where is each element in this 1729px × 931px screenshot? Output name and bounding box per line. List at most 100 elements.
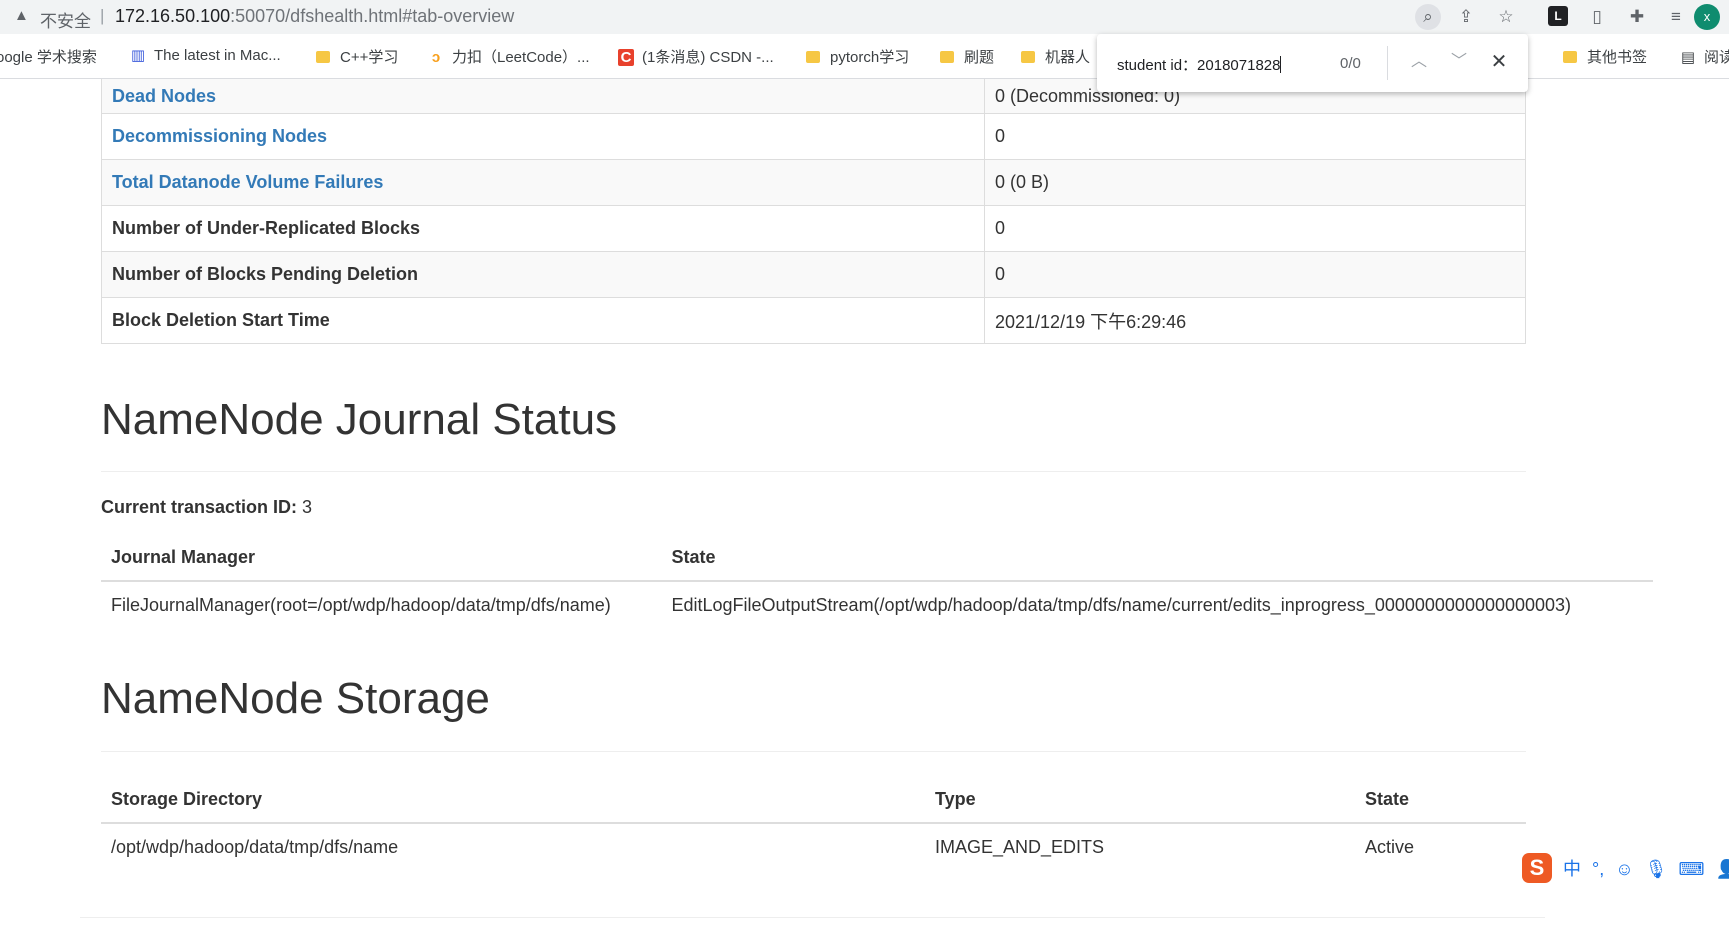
page-content: Dead Nodes 0 (Decommissioned: 0) Decommi… bbox=[0, 79, 1729, 931]
txid-label: Current transaction ID: bbox=[101, 497, 298, 517]
bookmark-label: 其他书签 bbox=[1587, 49, 1648, 66]
table-row: Number of Under-Replicated Blocks 0 bbox=[101, 205, 1526, 252]
table-row: Total Datanode Volume Failures 0 (0 B) bbox=[101, 159, 1526, 206]
sogou-logo-icon[interactable]: S bbox=[1522, 853, 1552, 883]
storage-type-cell: IMAGE_AND_EDITS bbox=[935, 836, 1105, 857]
csdn-icon: C bbox=[618, 49, 634, 66]
row-value: 0 (0 B) bbox=[984, 159, 1526, 206]
bookmark-reading-list[interactable]: ▤ 阅读 bbox=[1680, 46, 1729, 67]
row-value: 0 bbox=[984, 113, 1526, 160]
bookmark-mac[interactable]: ▥ The latest in Mac... bbox=[130, 46, 281, 64]
bookmark-other[interactable]: 其他书签 bbox=[1563, 46, 1647, 67]
folder-icon bbox=[1021, 51, 1035, 63]
find-query: student id：2018071828 bbox=[1117, 57, 1281, 74]
ime-punct-toggle[interactable]: °, bbox=[1592, 859, 1604, 880]
txid-value: 3 bbox=[302, 497, 313, 517]
decommissioning-nodes-link[interactable]: Decommissioning Nodes bbox=[112, 126, 327, 146]
table-row: /opt/wdp/hadoop/data/tmp/dfs/name IMAGE_… bbox=[101, 823, 1526, 870]
column-header: Journal Manager bbox=[101, 534, 662, 582]
mac-icon: ▥ bbox=[130, 47, 146, 64]
profile-avatar[interactable]: x bbox=[1694, 4, 1720, 30]
folder-icon bbox=[940, 51, 954, 63]
share-icon[interactable]: ⇪ bbox=[1453, 4, 1479, 30]
chevron-up-icon[interactable]: ︿ bbox=[1407, 50, 1431, 74]
warning-icon[interactable]: ▲ bbox=[14, 7, 29, 24]
security-label[interactable]: 不安全 bbox=[40, 7, 91, 32]
bookmark-label: (1条消息) CSDN -... bbox=[642, 49, 774, 66]
url-field[interactable]: 172.16.50.100:50070/dfshealth.html#tab-o… bbox=[115, 6, 514, 27]
url-host: 172.16.50.100 bbox=[115, 6, 231, 26]
bookmark-label: 阅读 bbox=[1704, 49, 1729, 66]
bookmark-label: pytorch学习 bbox=[830, 49, 910, 66]
journal-heading: NameNode Journal Status bbox=[101, 395, 618, 444]
bookmark-label: 刷题 bbox=[964, 49, 995, 66]
table-row: Block Deletion Start Time 2021/12/19 下午6… bbox=[101, 297, 1526, 344]
document-icon[interactable]: ▯ bbox=[1584, 4, 1610, 30]
storage-heading: NameNode Storage bbox=[101, 674, 490, 723]
divider bbox=[101, 751, 1526, 752]
extension-icon[interactable]: L bbox=[1548, 6, 1568, 26]
zoom-icon[interactable]: ⌕ bbox=[1415, 4, 1441, 30]
find-bar: student id：2018071828 0/0 ︿ ﹀ ✕ bbox=[1097, 34, 1528, 92]
folder-icon bbox=[316, 51, 330, 63]
bookmark-label: oogle 学术搜索 bbox=[0, 49, 97, 66]
column-header: Storage Directory bbox=[101, 776, 925, 824]
row-key: Block Deletion Start Time bbox=[101, 297, 985, 344]
find-match-count: 0/0 bbox=[1340, 55, 1361, 72]
row-value: 2021/12/19 下午6:29:46 bbox=[984, 297, 1526, 344]
divider bbox=[101, 471, 1526, 472]
column-header: State bbox=[661, 534, 1653, 582]
user-icon[interactable]: 👤 bbox=[1716, 859, 1729, 880]
volume-failures-link[interactable]: Total Datanode Volume Failures bbox=[112, 172, 383, 192]
text-caret bbox=[1280, 56, 1282, 73]
star-icon[interactable]: ☆ bbox=[1493, 4, 1519, 30]
separator: | bbox=[100, 6, 105, 25]
keyboard-icon[interactable]: ⌨ bbox=[1679, 859, 1705, 880]
table-row: FileJournalManager(root=/opt/wdp/hadoop/… bbox=[101, 581, 1653, 628]
bookmark-shuati[interactable]: 刷题 bbox=[940, 46, 994, 67]
bookmark-pytorch[interactable]: pytorch学习 bbox=[806, 46, 909, 67]
row-key: Decommissioning Nodes bbox=[101, 113, 985, 160]
transaction-id: Current transaction ID: 3 bbox=[101, 497, 312, 518]
journal-manager-cell: FileJournalManager(root=/opt/wdp/hadoop/… bbox=[111, 594, 611, 615]
bookmark-csdn[interactable]: C (1条消息) CSDN -... bbox=[618, 46, 774, 67]
chevron-down-icon[interactable]: ﹀ bbox=[1447, 50, 1471, 74]
row-value: 0 bbox=[984, 205, 1526, 252]
row-key: Number of Blocks Pending Deletion bbox=[101, 251, 985, 298]
microphone-icon[interactable]: 🎙 bbox=[1645, 859, 1668, 880]
ime-toolbar: S 中 °, ☺ 🎙 ⌨ 👤 bbox=[1522, 853, 1729, 885]
ime-mode-toggle[interactable]: 中 bbox=[1563, 855, 1581, 881]
column-header: Type bbox=[925, 776, 1355, 824]
bookmark-leetcode[interactable]: ↄ 力扣（LeetCode）... bbox=[428, 46, 590, 67]
table-header-row: Storage Directory Type State bbox=[101, 776, 1526, 824]
bookmark-label: C++学习 bbox=[340, 49, 399, 66]
storage-state-cell: Active bbox=[1365, 836, 1415, 857]
table-row: Number of Blocks Pending Deletion 0 bbox=[101, 251, 1526, 298]
row-value: 0 bbox=[984, 251, 1526, 298]
folder-icon bbox=[806, 51, 820, 63]
media-icon[interactable]: ≡ bbox=[1663, 4, 1689, 30]
bookmark-label: The latest in Mac... bbox=[154, 47, 281, 64]
table-row: Decommissioning Nodes 0 bbox=[101, 113, 1526, 160]
bookmark-robot[interactable]: 机器人 bbox=[1021, 46, 1090, 67]
row-key: Dead Nodes bbox=[101, 79, 985, 114]
emoji-icon[interactable]: ☺ bbox=[1615, 859, 1633, 880]
journal-table: Journal Manager State FileJournalManager… bbox=[101, 534, 1653, 628]
bookmark-google-scholar[interactable]: oogle 学术搜索 bbox=[0, 46, 97, 67]
journal-state-cell: EditLogFileOutputStream(/opt/wdp/hadoop/… bbox=[671, 594, 1572, 615]
folder-icon bbox=[1563, 51, 1577, 63]
bookmark-label: 力扣（LeetCode）... bbox=[452, 49, 590, 66]
address-bar: ▲ 不安全 | 172.16.50.100:50070/dfshealth.ht… bbox=[0, 0, 1729, 34]
bookmark-cpp[interactable]: C++学习 bbox=[316, 46, 398, 67]
reading-list-icon: ▤ bbox=[1680, 49, 1696, 66]
storage-table: Storage Directory Type State /opt/wdp/ha… bbox=[101, 776, 1526, 870]
close-icon[interactable]: ✕ bbox=[1487, 50, 1511, 74]
dead-nodes-link[interactable]: Dead Nodes bbox=[112, 86, 216, 106]
summary-table: Dead Nodes 0 (Decommissioned: 0) Decommi… bbox=[101, 79, 1526, 344]
bookmark-label: 机器人 bbox=[1045, 49, 1091, 66]
row-key: Number of Under-Replicated Blocks bbox=[101, 205, 985, 252]
row-key: Total Datanode Volume Failures bbox=[101, 159, 985, 206]
puzzle-icon[interactable]: ✚ bbox=[1624, 4, 1650, 30]
column-header: State bbox=[1355, 776, 1526, 824]
find-input[interactable]: student id：2018071828 bbox=[1117, 54, 1282, 75]
